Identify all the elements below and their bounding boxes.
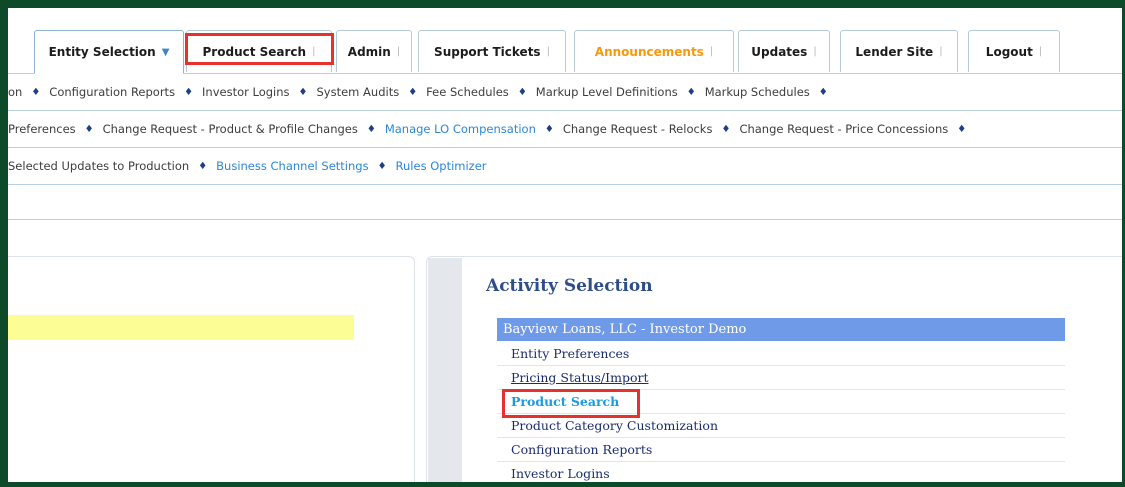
entity-header-bar: Bayview Loans, LLC - Investor Demo: [497, 318, 1065, 341]
diamond-icon: ♦: [517, 86, 527, 98]
diamond-icon: ♦: [686, 86, 696, 98]
activity-panel-rail: [428, 258, 462, 482]
tab-separator-icon: |: [939, 46, 943, 57]
tab-product-search[interactable]: Product Search |: [186, 30, 332, 72]
tab-announcements[interactable]: Announcements |: [574, 30, 734, 72]
tab-logout[interactable]: Logout |: [968, 30, 1060, 72]
subnav-row-1: on ♦ Configuration Reports ♦ Investor Lo…: [8, 74, 1122, 111]
subnav-row-empty: [8, 183, 1122, 220]
tab-entity-selection[interactable]: Entity Selection ▼: [34, 30, 184, 74]
tab-label: Updates: [751, 44, 808, 59]
activity-item-entity-preferences[interactable]: Entity Preferences: [497, 342, 1065, 366]
subnav-item-markup-level-definitions[interactable]: Markup Level Definitions: [536, 85, 678, 99]
subnav-item-business-channel-settings[interactable]: Business Channel Settings: [216, 159, 368, 173]
app-frame: Entity Selection ▼ Product Search | Admi…: [0, 0, 1125, 487]
subnav-item-fee-schedules[interactable]: Fee Schedules: [426, 85, 509, 99]
diamond-icon: ♦: [31, 86, 41, 98]
tab-separator-icon: |: [396, 46, 401, 57]
tab-label: Logout: [985, 44, 1033, 59]
subnav-item-change-request-product-profile[interactable]: Change Request - Product & Profile Chang…: [103, 122, 358, 136]
tab-admin[interactable]: Admin |: [336, 30, 412, 72]
yellow-highlight-bar: [8, 315, 354, 340]
tab-support-tickets[interactable]: Support Tickets |: [418, 30, 566, 72]
tab-separator-icon: |: [709, 46, 714, 57]
subnav-item-configuration-reports[interactable]: Configuration Reports: [49, 85, 175, 99]
diamond-icon: ♦: [818, 86, 828, 98]
subnav-item-preferences[interactable]: Preferences: [8, 122, 76, 136]
activity-item-pricing-status-import[interactable]: Pricing Status/Import: [497, 366, 1065, 390]
diamond-icon: ♦: [184, 86, 194, 98]
diamond-icon: ♦: [84, 123, 94, 135]
diamond-icon: ♦: [366, 123, 376, 135]
tab-updates[interactable]: Updates |: [738, 30, 830, 72]
subnav-row-3: Selected Updates to Production ♦ Busines…: [8, 148, 1122, 185]
tab-label: Support Tickets: [434, 44, 541, 59]
subnav-row-2: Preferences ♦ Change Request - Product &…: [8, 111, 1122, 148]
activity-item-investor-logins[interactable]: Investor Logins: [497, 462, 1065, 482]
tab-label: Announcements: [594, 44, 704, 59]
subnav-item-markup-schedules[interactable]: Markup Schedules: [705, 85, 810, 99]
diamond-icon: ♦: [544, 123, 554, 135]
tab-label: Lender Site: [855, 44, 934, 59]
subnav-item-manage-lo-compensation[interactable]: Manage LO Compensation: [385, 122, 536, 136]
subnav-item-change-request-price-concessions[interactable]: Change Request - Price Concessions: [739, 122, 948, 136]
tab-separator-icon: |: [813, 46, 817, 57]
diamond-icon: ♦: [377, 160, 387, 172]
activity-list: Entity Preferences Pricing Status/Import…: [497, 342, 1065, 482]
subnav-item-system-audits[interactable]: System Audits: [317, 85, 400, 99]
diamond-icon: ♦: [721, 123, 731, 135]
diamond-icon: ♦: [198, 160, 208, 172]
main-tab-bar: Entity Selection ▼ Product Search | Admi…: [8, 8, 1122, 74]
subnav-item-configuration[interactable]: on: [8, 85, 22, 99]
activity-item-configuration-reports[interactable]: Configuration Reports: [497, 438, 1065, 462]
activity-item-product-category-customization[interactable]: Product Category Customization: [497, 414, 1065, 438]
activity-item-product-search[interactable]: Product Search: [497, 390, 1065, 414]
diamond-icon: ♦: [957, 123, 967, 135]
subnav-item-change-request-relocks[interactable]: Change Request - Relocks: [563, 122, 713, 136]
left-panel: [8, 256, 415, 482]
subnav-item-rules-optimizer[interactable]: Rules Optimizer: [396, 159, 487, 173]
tab-label: Entity Selection: [48, 45, 156, 59]
diamond-icon: ♦: [408, 86, 418, 98]
tab-separator-icon: |: [1038, 46, 1043, 57]
tab-separator-icon: |: [312, 46, 316, 57]
subnav-item-investor-logins[interactable]: Investor Logins: [202, 85, 290, 99]
tab-lender-site[interactable]: Lender Site |: [840, 30, 958, 72]
tab-separator-icon: |: [546, 46, 550, 57]
activity-selection-title: Activity Selection: [486, 276, 653, 296]
diamond-icon: ♦: [298, 86, 308, 98]
chevron-down-icon[interactable]: ▼: [162, 47, 170, 58]
subnav-item-selected-updates[interactable]: Selected Updates to Production: [8, 159, 189, 173]
tab-label: Admin: [347, 44, 391, 59]
tab-label: Product Search: [202, 44, 307, 59]
